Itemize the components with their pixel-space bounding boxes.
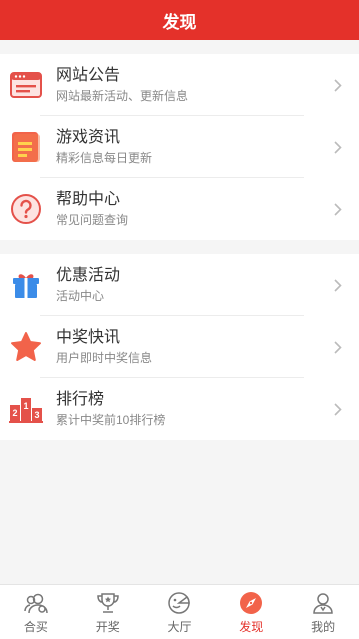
chevron-right-icon	[333, 340, 343, 354]
chevron-right-icon	[333, 402, 343, 416]
item-subtitle: 累计中奖前10排行榜	[56, 413, 166, 427]
list-item-game-news[interactable]: 游戏资讯 精彩信息每日更新	[0, 116, 359, 178]
tab-label: 开奖	[95, 619, 120, 634]
tab-label: 发现	[239, 619, 264, 634]
bottom-tab-bar: 合买 开奖 大厅 发现 我的	[0, 584, 359, 639]
list-item-help-center[interactable]: 帮助中心 常见问题查询	[0, 178, 359, 240]
star-icon	[8, 329, 44, 365]
item-subtitle: 精彩信息每日更新	[56, 151, 153, 165]
discover-group-1: 网站公告 网站最新活动、更新信息 游戏资讯 精彩信息每日更新 帮助中心 常见问题…	[0, 54, 359, 240]
tab-label: 大厅	[167, 619, 192, 634]
page-title-text: 发现	[162, 12, 197, 32]
page-title: 发现	[0, 0, 359, 40]
item-title: 网站公告	[56, 67, 121, 84]
user-icon	[310, 590, 336, 616]
tab-lobby[interactable]: 大厅	[144, 585, 216, 639]
item-subtitle: 网站最新活动、更新信息	[56, 89, 189, 103]
tab-label: 我的	[311, 619, 336, 634]
tab-discover[interactable]: 发现	[215, 585, 287, 639]
tab-mine[interactable]: 我的	[287, 585, 359, 639]
chevron-right-icon	[333, 278, 343, 292]
trophy-icon	[95, 590, 121, 616]
podium-icon: 2 1 3	[8, 391, 44, 427]
chevron-right-icon	[333, 202, 343, 216]
discover-group-2: 优惠活动 活动中心 中奖快讯 用户即时中奖信息 2 1 3 排行榜 累计中奖前1…	[0, 254, 359, 440]
group-buy-icon	[23, 590, 49, 616]
list-item-leaderboard[interactable]: 2 1 3 排行榜 累计中奖前10排行榜	[0, 378, 359, 440]
item-subtitle: 常见问题查询	[56, 213, 129, 227]
podium-third-place: 3	[34, 410, 39, 420]
gift-icon	[8, 267, 44, 303]
news-icon	[8, 129, 44, 165]
chevron-right-icon	[333, 140, 343, 154]
tab-group-buy[interactable]: 合买	[0, 585, 72, 639]
tab-label: 合买	[23, 619, 48, 634]
list-item-winning-news[interactable]: 中奖快讯 用户即时中奖信息	[0, 316, 359, 378]
item-subtitle: 活动中心	[56, 289, 105, 303]
item-title: 中奖快讯	[56, 329, 121, 346]
item-title: 优惠活动	[56, 267, 121, 284]
podium-second-place: 2	[12, 408, 17, 418]
list-item-promotions[interactable]: 优惠活动 活动中心	[0, 254, 359, 316]
item-title: 帮助中心	[56, 191, 121, 208]
lobby-icon	[166, 590, 192, 616]
item-title: 排行榜	[56, 391, 105, 408]
tab-draw-results[interactable]: 开奖	[72, 585, 144, 639]
help-icon	[8, 191, 44, 227]
item-subtitle: 用户即时中奖信息	[56, 351, 153, 365]
chevron-right-icon	[333, 78, 343, 92]
podium-first-place: 1	[23, 401, 28, 411]
list-item-announcements[interactable]: 网站公告 网站最新活动、更新信息	[0, 54, 359, 116]
compass-icon	[238, 590, 264, 616]
item-title: 游戏资讯	[56, 129, 121, 146]
announcement-icon	[8, 67, 44, 103]
